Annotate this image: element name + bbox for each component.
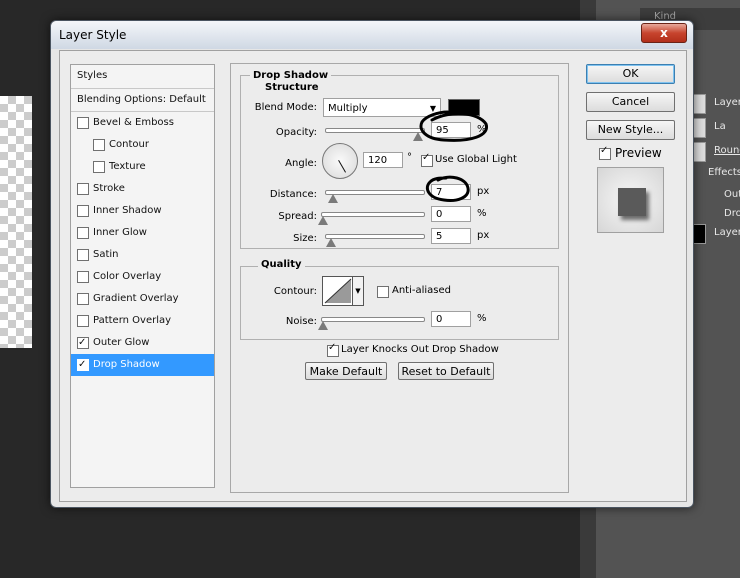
opacity-annotation-circle: [419, 110, 488, 142]
distance-annotation-circle: [425, 175, 470, 202]
annotation-overlay: [419, 110, 488, 202]
